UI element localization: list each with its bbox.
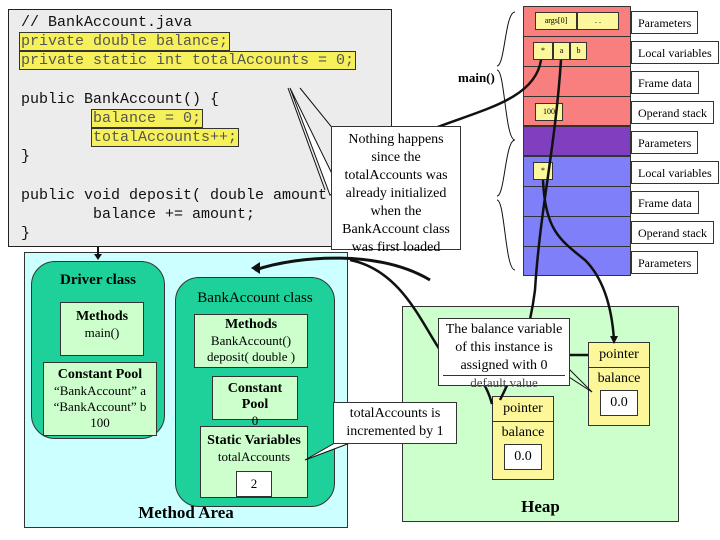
- callout-pointer: [287, 87, 326, 191]
- frame-brace: [496, 199, 516, 271]
- arrow-head: [610, 336, 618, 344]
- ref-line: [541, 179, 616, 341]
- callout-hidden-text: default value: [443, 375, 565, 390]
- frame-brace: [496, 139, 516, 197]
- ref-line: [429, 59, 543, 132]
- connectors: [94, 11, 618, 461]
- frame-brace: [496, 69, 516, 141]
- callout-balance-assigned: The balance variable of this instance is…: [438, 318, 570, 390]
- arrow-head: [251, 262, 260, 274]
- callout-total-incremented: totalAccounts is incremented by 1: [333, 402, 457, 444]
- callout-nothing-happens: Nothing happens since the totalAccounts …: [331, 126, 461, 255]
- frame-brace: [496, 11, 516, 67]
- ref-line: [254, 256, 431, 282]
- callout-balance-text: The balance variable of this instance is…: [445, 322, 563, 373]
- arrow-head: [94, 254, 102, 260]
